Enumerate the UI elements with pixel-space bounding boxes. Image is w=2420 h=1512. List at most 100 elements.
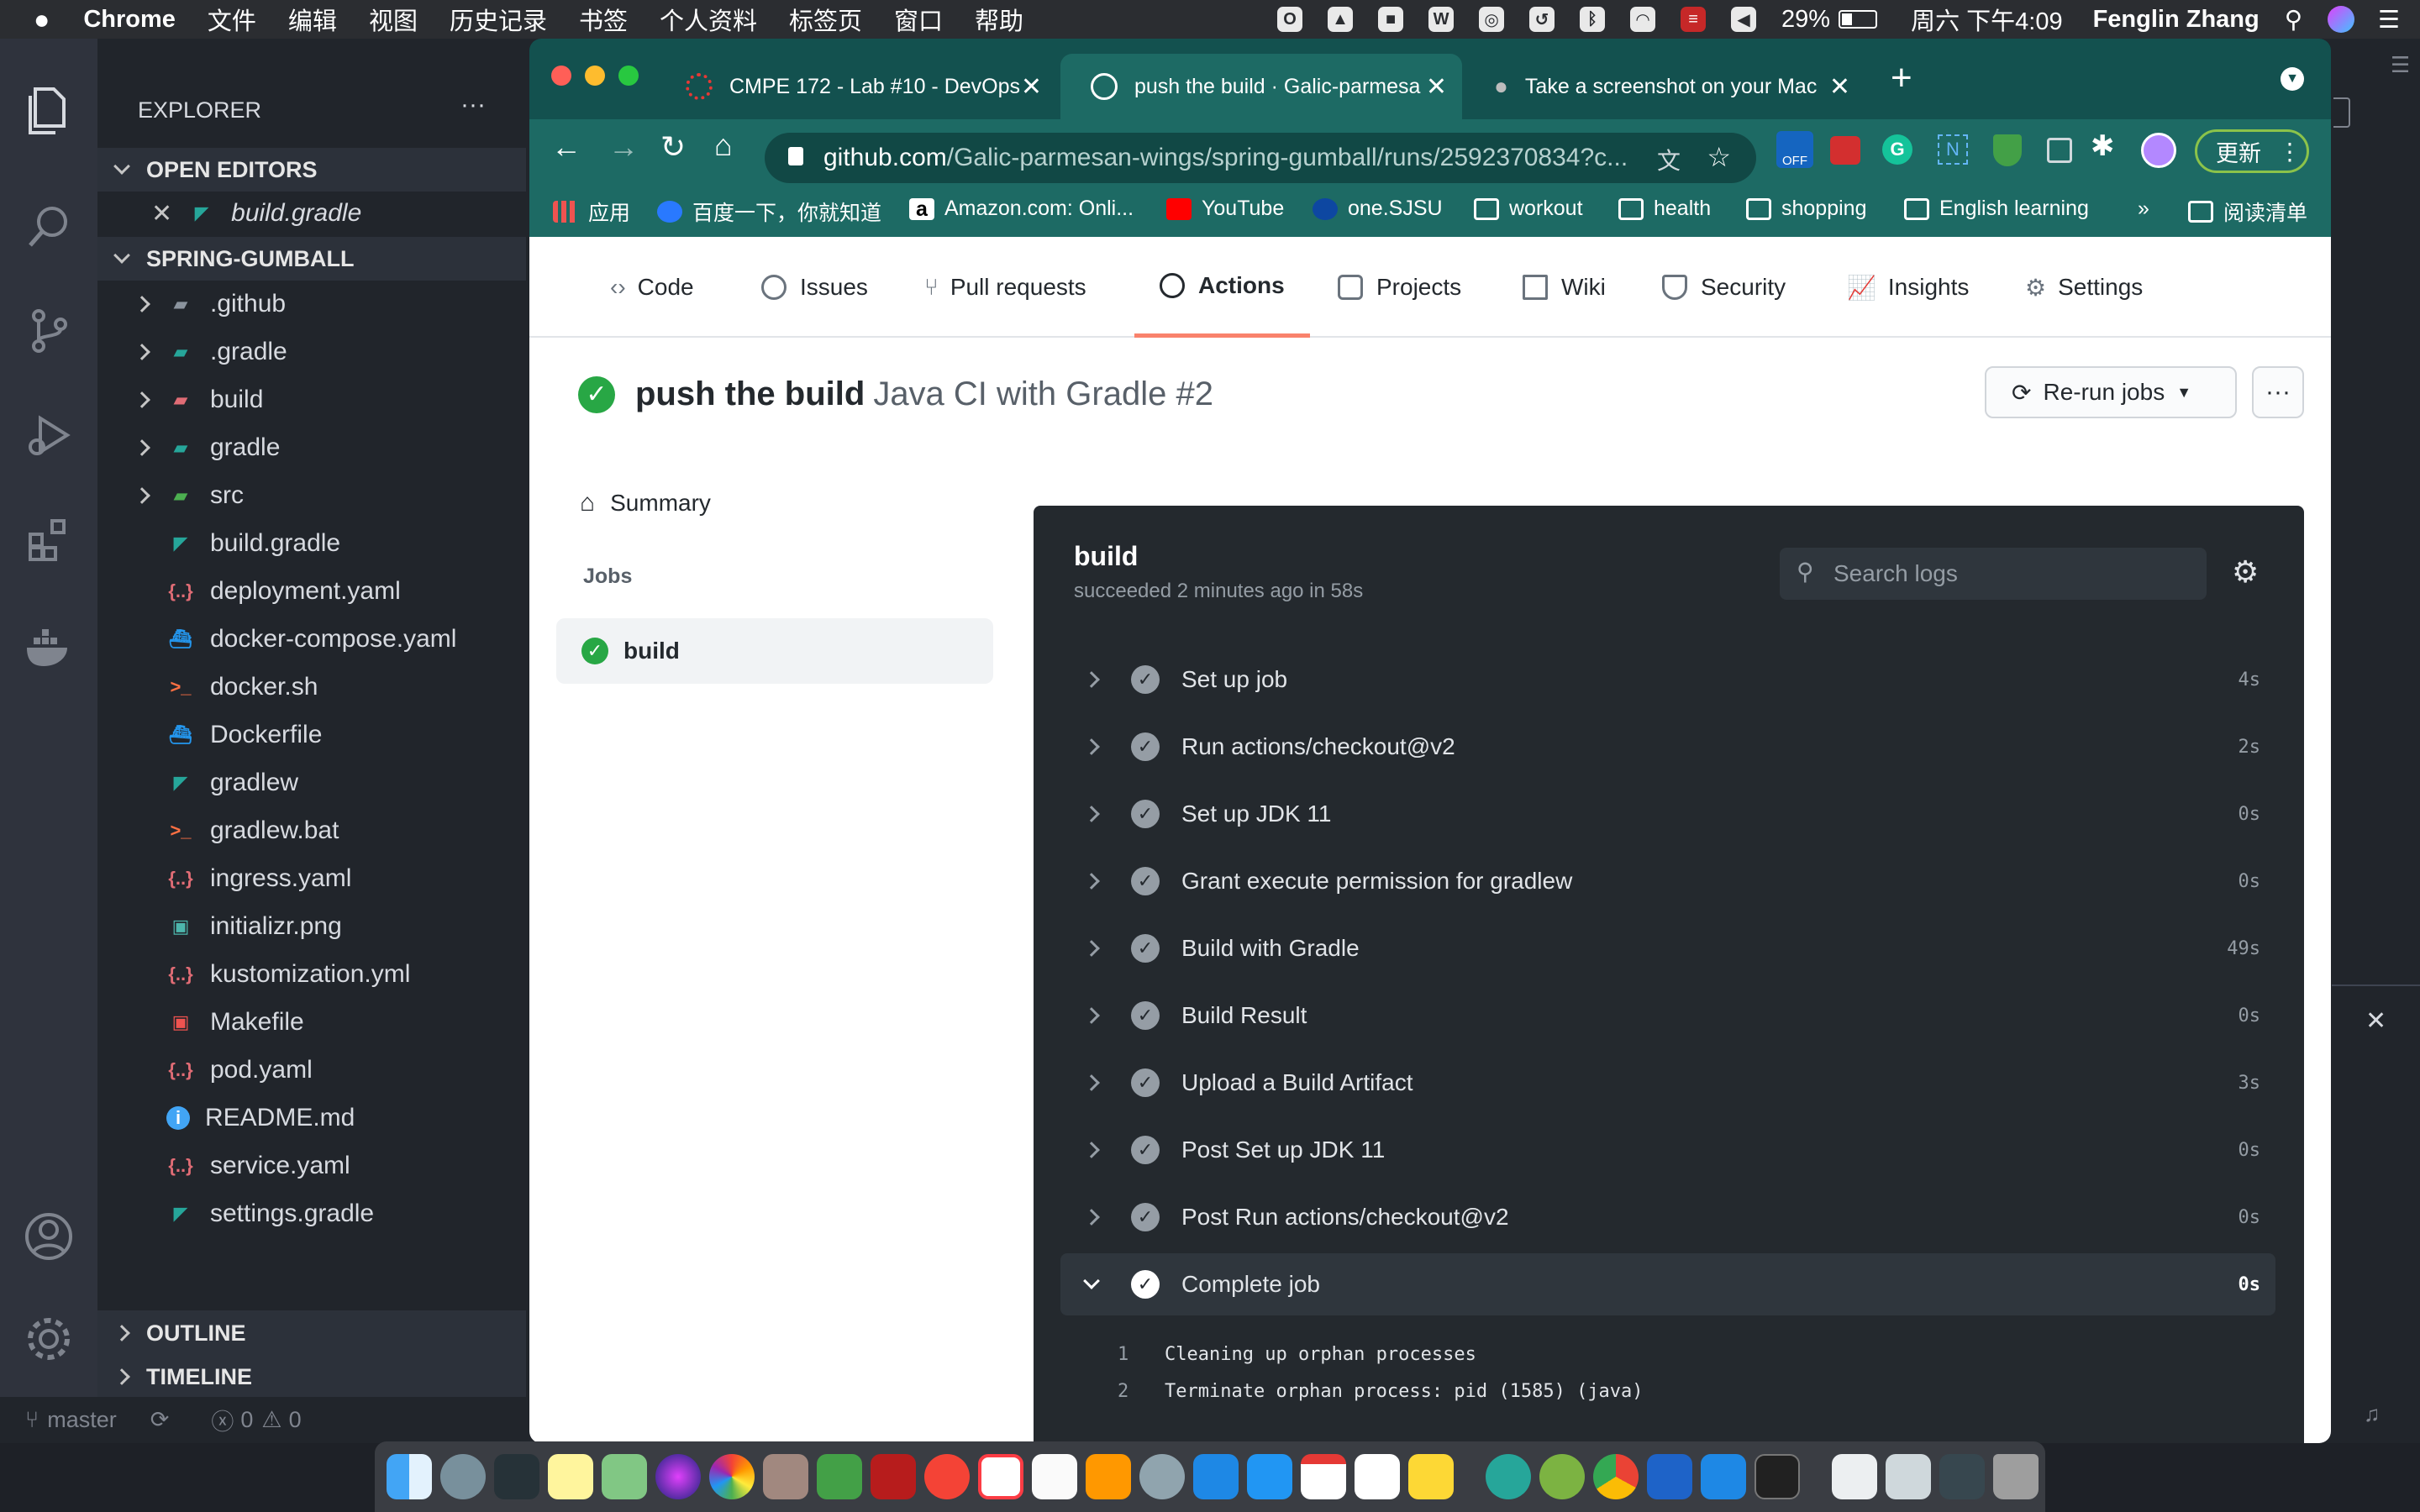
log-step[interactable]: ✓ Complete job 0s [1060,1253,2275,1315]
siri-app-icon[interactable] [655,1454,701,1499]
tray-volume-icon[interactable]: ◀ [1731,7,1757,32]
books-icon[interactable] [1086,1454,1131,1499]
new-tab-button[interactable]: + [1891,57,1912,99]
nav-projects[interactable]: Projects [1338,237,1461,338]
log-line-number[interactable]: 2 [1118,1381,1165,1402]
tab-github-run[interactable]: push the build · Galic-parmesa ✕ [1060,54,1462,119]
notification-bell-icon[interactable]: ♫ [2364,1401,2381,1427]
tree-file[interactable]: {..} ingress.yaml [97,857,526,900]
tree-file[interactable]: {..} service.yaml [97,1144,526,1188]
tree-file[interactable]: ▣ initializr.png [97,905,526,948]
menu-edit[interactable]: 编辑 [288,2,337,37]
reload-button[interactable]: ↻ [660,129,686,165]
timeline-header[interactable]: TIMELINE [97,1356,526,1398]
activity-monitor-icon[interactable] [494,1454,539,1499]
search-logs-input[interactable]: ⚲ Search logs [1780,548,2207,600]
update-button[interactable]: 更新 ⋮ [2195,129,2309,173]
bookmark-apps[interactable]: 应用 [553,197,630,227]
calendar-icon[interactable] [1301,1454,1346,1499]
open-editor-item[interactable]: ✕ ◤ build.gradle [97,192,526,235]
tab-close-icon[interactable]: ✕ [1426,72,1447,102]
launchpad-icon[interactable] [440,1454,486,1499]
sync-icon[interactable]: ⟳ [150,1407,170,1433]
maps-icon[interactable] [602,1454,647,1499]
tray-input-flag-icon[interactable]: ≡ [1681,7,1707,32]
home-button[interactable]: ⌂ [714,128,733,163]
tree-file[interactable]: ◤ settings.gradle [97,1192,526,1236]
translate-icon[interactable]: 文 [1657,143,1681,176]
reading-list-button[interactable]: 阅读清单 [2188,197,2307,227]
source-control-icon[interactable] [18,301,79,361]
address-bar[interactable]: github.com/Galic-parmesan-wings/spring-g… [765,133,1756,183]
log-step[interactable]: ✓ Upload a Build Artifact 3s [1060,1052,2275,1114]
notes-icon[interactable] [548,1454,593,1499]
log-settings-gear-icon[interactable]: ⚙ [2232,554,2259,590]
control-center-icon[interactable]: ☰ [2378,5,2400,34]
chrome-minimize-dot[interactable] [585,66,605,86]
chrome-zoom-dot[interactable] [618,66,639,86]
tray-camera-icon[interactable]: ■ [1378,7,1404,32]
nav-code[interactable]: ‹› Code [610,237,694,338]
opera-icon[interactable] [1486,1454,1531,1499]
menu-help[interactable]: 帮助 [975,2,1023,37]
tab-apple-support[interactable]: ● Take a screenshot on your Mac ✕ [1464,54,1865,119]
nav-actions[interactable]: Actions [1134,237,1310,338]
tree-file[interactable]: >_ gradlew.bat [97,809,526,853]
nav-settings[interactable]: ⚙ Settings [2025,237,2143,338]
tree-file[interactable]: ◤ gradlew [97,761,526,805]
bookmark-star-icon[interactable]: ☆ [1707,141,1731,173]
menu-view[interactable]: 视图 [369,2,418,37]
grammarly-icon[interactable]: G [1882,134,1912,165]
nav-issues[interactable]: Issues [761,237,868,338]
outline-header[interactable]: OUTLINE [97,1310,526,1356]
log-step[interactable]: ✓ Build with Gradle 49s [1060,917,2275,979]
menu-clock[interactable]: 周六 下午4:09 [1911,2,2063,37]
account-icon[interactable] [18,1206,79,1267]
tree-folder[interactable]: ▰ .github [97,282,526,326]
lock-icon[interactable] [788,147,803,165]
menu-tabs[interactable]: 标签页 [789,2,862,37]
tray-wifi-icon[interactable]: ◠ [1630,7,1656,32]
tray-time-machine-icon[interactable]: ↺ [1529,7,1555,32]
tree-file[interactable]: i README.md [97,1096,526,1140]
profile-avatar[interactable] [2141,133,2176,168]
bookmark-sjsu[interactable]: one.SJSU [1313,197,1443,221]
reminders-icon[interactable] [1032,1454,1077,1499]
docker-icon[interactable] [18,618,79,679]
tree-file[interactable]: ◤ build.gradle [97,522,526,565]
bookmark-shopping[interactable]: shopping [1746,197,1866,221]
extensions-puzzle-icon[interactable]: ✱ [2091,129,2115,163]
run-more-button[interactable]: ··· [2252,366,2304,418]
tray-bluetooth-icon[interactable]: ᛒ [1580,7,1606,32]
tree-folder[interactable]: ▰ build [97,378,526,422]
nav-insights[interactable]: 📈 Insights [1847,237,1969,338]
tree-file[interactable]: ⛴ docker-compose.yaml [97,617,526,661]
project-folder-header[interactable]: SPRING-GUMBALL [97,237,526,281]
log-step[interactable]: ✓ Post Set up JDK 11 0s [1060,1119,2275,1181]
python-launcher-icon[interactable] [1408,1454,1454,1499]
panel-menu-icon[interactable]: ☰ [2391,52,2410,78]
app-store-icon[interactable] [1247,1454,1292,1499]
layout-toggle-icon[interactable] [2333,97,2350,128]
log-line-number[interactable]: 1 [1118,1344,1165,1365]
spotlight-icon[interactable]: ⚲ [2285,5,2302,34]
tab-close-icon[interactable]: ✕ [1829,72,1850,102]
nav-security[interactable]: Security [1662,237,1786,338]
menu-app-name[interactable]: Chrome [83,6,176,34]
tree-file[interactable]: ▣ Makefile [97,1000,526,1044]
menu-bookmarks[interactable]: 书签 [579,2,628,37]
news-icon[interactable] [924,1454,970,1499]
document-preview-icon[interactable] [1832,1454,1877,1499]
forward-button[interactable]: → [608,129,639,165]
photo-booth-icon[interactable] [871,1454,916,1499]
branch-name[interactable]: master [47,1407,117,1433]
search-icon[interactable] [18,197,79,257]
extension-shield-icon[interactable] [1993,134,2022,166]
bookmark-health[interactable]: health [1618,197,1711,221]
tray-wordpress-icon[interactable]: W [1428,7,1455,32]
tree-file[interactable]: ⛴ Dockerfile [97,713,526,757]
menu-file[interactable]: 文件 [208,2,256,37]
nav-wiki[interactable]: Wiki [1523,237,1606,338]
utorrent-icon[interactable] [1539,1454,1585,1499]
panel-close-icon[interactable]: ✕ [2365,1006,2386,1036]
